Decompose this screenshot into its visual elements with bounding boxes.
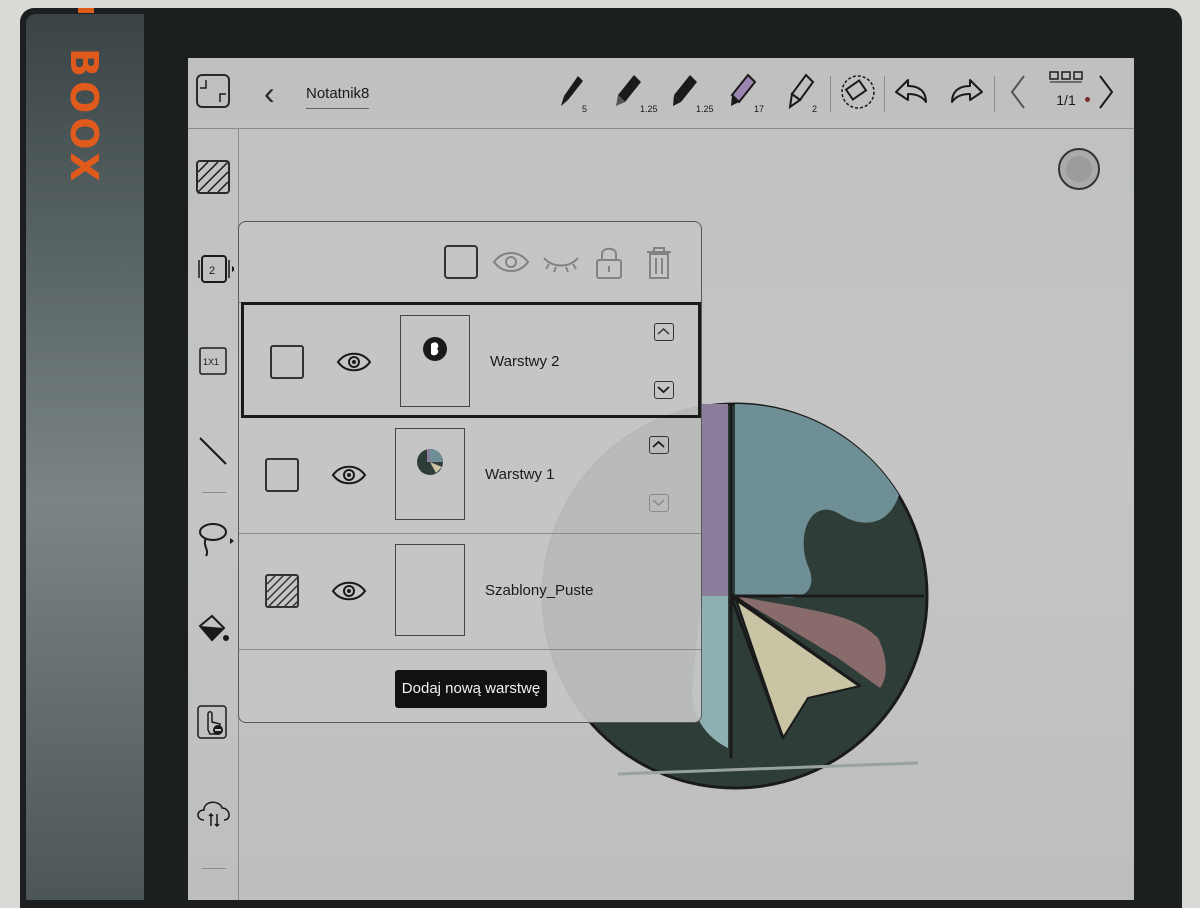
layer-name: Warstwy 2: [490, 353, 560, 370]
top-toolbar: ‹ Notatnik8 5 1.25 1.25 17 2 1/1: [188, 58, 1134, 129]
template-pattern-icon: [197, 161, 229, 193]
brand-logo: BOOX: [62, 48, 106, 186]
pen-size: 2: [812, 104, 818, 114]
chevron-right-icon: [1099, 75, 1114, 109]
pie-purple-bar: [702, 404, 728, 596]
eye-icon[interactable]: [336, 349, 372, 375]
line-shape-icon: [199, 437, 227, 465]
move-layer-up-button[interactable]: [649, 436, 669, 454]
sidebar-item-line[interactable]: [196, 434, 230, 468]
move-layer-down-button[interactable]: [654, 381, 674, 399]
eraser-tool[interactable]: [840, 72, 882, 118]
lasso-icon: [199, 523, 234, 557]
sidebar-item-touch[interactable]: [196, 704, 230, 739]
add-layer-button[interactable]: Dodaj nową warstwę: [395, 670, 547, 708]
layer-template-marker: [265, 574, 299, 608]
sidebar-divider: [202, 868, 226, 869]
svg-text:1X1: 1X1: [203, 357, 219, 367]
note-screen: ‹ Notatnik8 5 1.25 1.25 17 2 1/1 2 1X1 W…: [188, 58, 1134, 900]
chevron-left-icon: [1010, 75, 1025, 109]
layer-name: Warstwy 1: [485, 466, 555, 483]
sidebar-item-layers[interactable]: 2: [196, 252, 236, 286]
eye-icon: [492, 252, 530, 272]
prev-page-button[interactable]: [1006, 72, 1048, 118]
eye-icon[interactable]: [331, 578, 367, 604]
pages-grid-icon: [1049, 71, 1083, 83]
svg-text:2: 2: [209, 265, 215, 277]
layer-1-preview-image: [417, 449, 443, 475]
pen-tool-4[interactable]: 17: [728, 72, 770, 118]
layers-icon: 2: [198, 255, 236, 283]
lock-icon: [596, 247, 622, 279]
eraser-icon: [841, 75, 875, 109]
touch-disable-icon: [197, 705, 227, 739]
paint-bucket-icon: [198, 614, 229, 642]
pen-size: 1.25: [696, 104, 714, 114]
undo-icon: [895, 79, 927, 103]
layers-panel-header: [239, 222, 701, 303]
note-title[interactable]: Notatnik8: [306, 85, 370, 109]
back-arrow-icon[interactable]: ‹: [264, 77, 275, 109]
shrink-view-button[interactable]: [196, 74, 230, 108]
hide-all-button[interactable]: [541, 244, 579, 280]
delete-layer-button[interactable]: [641, 244, 677, 280]
eye-icon[interactable]: [331, 462, 367, 488]
pen-size: 1.25: [640, 104, 658, 114]
layer-thumbnail: [395, 544, 465, 636]
sidebar-item-template[interactable]: [196, 160, 230, 194]
floating-toolbar-button[interactable]: [1058, 148, 1100, 190]
toolbar-divider: [994, 76, 995, 112]
cloud-sync-icon: [197, 801, 230, 828]
layer-row-warstwy-1[interactable]: Warstwy 1: [239, 418, 701, 534]
next-page-button[interactable]: [1094, 72, 1134, 118]
chevron-up-icon: [657, 327, 670, 335]
toolbar-divider: [884, 76, 885, 112]
select-all-checkbox[interactable]: [443, 244, 479, 280]
layer-row-warstwy-2[interactable]: Warstwy 2: [241, 302, 701, 418]
power-indicator: [78, 8, 94, 13]
layer-checkbox[interactable]: [270, 345, 304, 379]
show-all-button[interactable]: [491, 244, 530, 280]
grid-1x1-icon: 1X1: [199, 347, 227, 375]
redo-icon: [951, 79, 983, 103]
layer-row-szablony-puste[interactable]: Szablony_Puste: [239, 534, 701, 650]
checkbox-icon: [444, 245, 478, 279]
layer-checkbox[interactable]: [265, 458, 299, 492]
trash-icon: [647, 247, 671, 279]
sidebar-item-lasso[interactable]: [196, 520, 234, 557]
move-layer-up-button[interactable]: [654, 323, 674, 341]
pen-size: 17: [754, 104, 765, 114]
pen-tool-2[interactable]: 1.25: [614, 72, 658, 118]
chevron-down-icon: [657, 386, 670, 394]
page-number: 1/1: [1056, 92, 1076, 108]
pen-tool-1[interactable]: 5: [556, 72, 598, 118]
pen-tool-3[interactable]: 1.25: [670, 72, 714, 118]
template-pattern-icon: [267, 576, 297, 606]
sidebar-item-cloud[interactable]: [196, 796, 230, 830]
chevron-up-icon: [652, 440, 665, 448]
sidebar-item-fill[interactable]: [196, 612, 230, 646]
pen-tool-5[interactable]: 2: [786, 72, 828, 118]
pen-size: 5: [582, 104, 588, 114]
redo-button[interactable]: [946, 72, 988, 118]
left-sidebar: 2 1X1: [188, 128, 239, 900]
move-layer-down-button[interactable]: [649, 494, 669, 512]
layer-thumbnail: [395, 428, 465, 520]
eye-closed-icon: [543, 257, 579, 273]
undo-button[interactable]: [892, 72, 934, 118]
toolbar-divider: [830, 76, 831, 112]
shrink-view-icon: [200, 80, 226, 102]
layer-2-preview-image: [423, 337, 447, 361]
lock-layer-button[interactable]: [591, 244, 627, 280]
chevron-down-icon: [652, 499, 665, 507]
sidebar-divider: [202, 492, 226, 493]
sidebar-item-grid[interactable]: 1X1: [196, 344, 230, 378]
layers-panel: Warstwy 2 Warstwy 1 Szablony_Puste Dodaj…: [238, 221, 702, 723]
layer-name: Szablony_Puste: [485, 582, 594, 599]
page-indicator[interactable]: 1/1: [1046, 70, 1090, 108]
unsaved-dot: [1085, 97, 1090, 102]
layer-thumbnail: [400, 315, 470, 407]
